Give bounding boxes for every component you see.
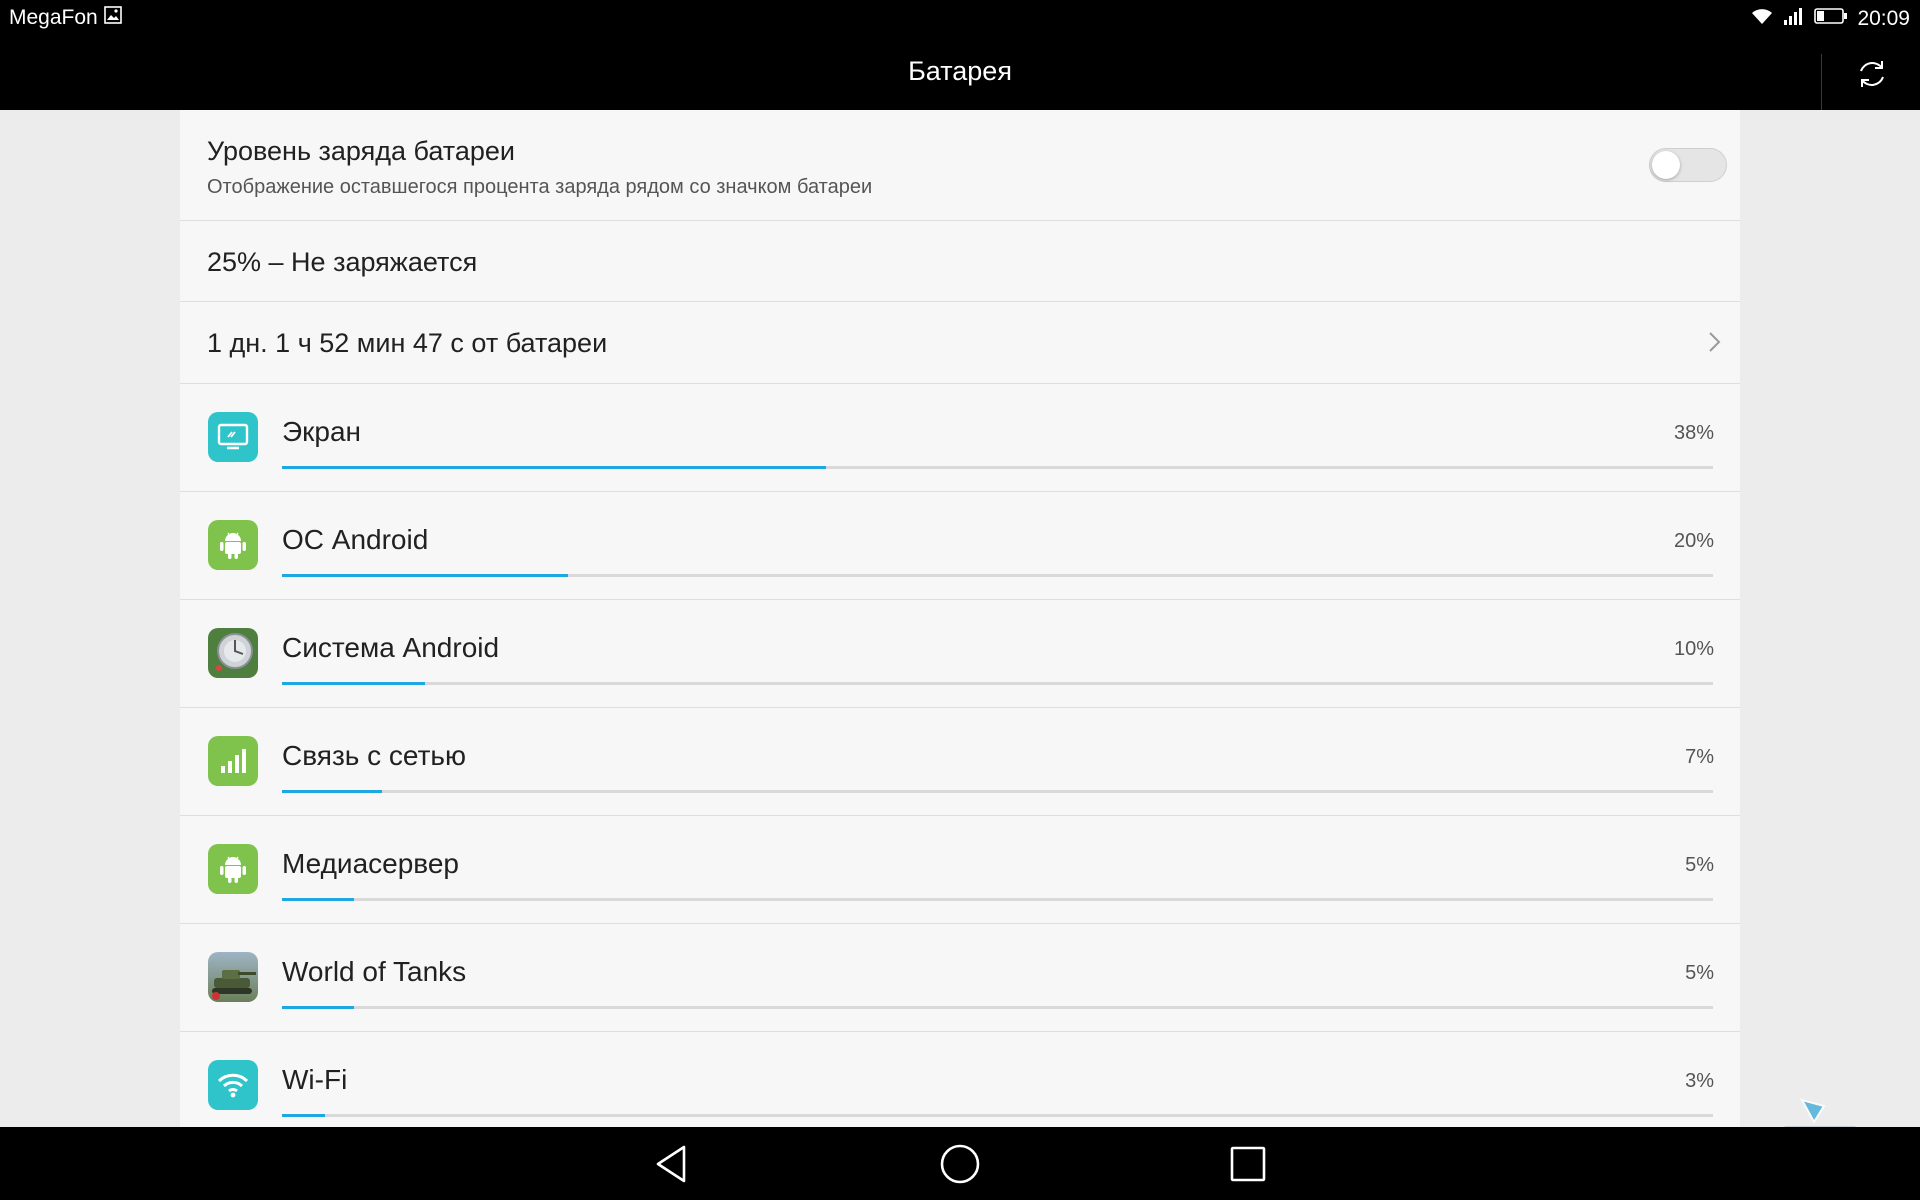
usage-item-name: ОС Android [282, 524, 429, 555]
back-button[interactable] [650, 1141, 696, 1187]
usage-item-name: Медиасервер [282, 848, 459, 879]
usage-bar-fill [282, 790, 383, 793]
wifi-icon [208, 1060, 258, 1110]
display-icon [208, 412, 258, 462]
battery-settings-panel: Уровень заряда батареи Отображение остав… [180, 110, 1740, 1127]
usage-bar-fill [282, 574, 569, 577]
usage-item-percent: 7% [1685, 746, 1714, 768]
usage-list: Экран 38% ОС Android 20% Система Android… [180, 384, 1740, 1127]
usage-bar-fill [282, 1006, 354, 1009]
usage-item[interactable]: Экран 38% [180, 384, 1740, 492]
usage-item-name: Связь с сетью [282, 740, 466, 771]
recents-square-icon [1225, 1146, 1271, 1191]
carrier: MegaFon [9, 6, 122, 30]
usage-item-percent: 5% [1685, 962, 1714, 984]
usage-item-percent: 3% [1685, 1070, 1714, 1092]
battery-percentage-setting[interactable]: Уровень заряда батареи Отображение остав… [180, 110, 1740, 221]
refresh-icon [1855, 57, 1889, 96]
usage-bar [282, 898, 1713, 901]
battery-percentage-toggle[interactable] [1649, 148, 1727, 182]
battery-status-icon [1814, 7, 1848, 31]
usage-item[interactable]: Система Android 10% [180, 600, 1740, 708]
charge-status: 25% – Не заряжается [207, 247, 478, 277]
usage-bar [282, 466, 1713, 469]
signal-bars-icon [208, 736, 258, 786]
usage-bar-fill [282, 1114, 325, 1117]
usage-item[interactable]: World of Tanks 5% [180, 924, 1740, 1032]
usage-item[interactable]: Медиасервер 5% [180, 816, 1740, 924]
status-bar: MegaFon 20:09 [0, 0, 1920, 38]
battery-time-row[interactable]: 1 дн. 1 ч 52 мин 47 с от батареи [180, 302, 1740, 384]
android-icon [208, 844, 258, 894]
usage-item-name: Система Android [282, 632, 500, 663]
wifi-status-icon [1750, 6, 1774, 32]
usage-item[interactable]: Связь с сетью 7% [180, 708, 1740, 816]
usage-bar [282, 790, 1713, 793]
action-divider [1821, 54, 1822, 110]
usage-item[interactable]: Wi-Fi 3% [180, 1032, 1740, 1127]
toggle-knob [1652, 151, 1680, 179]
usage-bar-fill [282, 466, 826, 469]
signal-status-icon [1783, 6, 1805, 32]
usage-item-name: Wi-Fi [282, 1064, 348, 1095]
page-title: Батарея [908, 56, 1012, 86]
tank-game-icon [208, 952, 258, 1002]
recents-button[interactable] [1225, 1141, 1271, 1187]
home-circle-icon [937, 1144, 983, 1191]
carrier-name: MegaFon [9, 6, 98, 29]
usage-item-percent: 38% [1673, 422, 1714, 444]
usage-bar [282, 1006, 1713, 1009]
usage-item-name: Экран [282, 416, 361, 447]
usage-item-percent: 5% [1685, 854, 1714, 876]
navigation-bar [0, 1127, 1920, 1200]
usage-item-percent: 20% [1673, 530, 1714, 552]
chevron-right-icon [1704, 330, 1724, 354]
android-icon [208, 520, 258, 570]
usage-item-name: World of Tanks [282, 956, 467, 987]
usage-bar-fill [282, 682, 426, 685]
usage-bar-fill [282, 898, 354, 901]
usage-item-percent: 10% [1673, 638, 1714, 660]
setting-subtitle: Отображение оставшегося процента заряда … [207, 176, 873, 198]
setting-title: Уровень заряда батареи [207, 136, 515, 166]
android-system-icon [208, 628, 258, 678]
status-icons: 20:09 [1750, 6, 1910, 32]
action-bar: Батарея [0, 38, 1920, 110]
on-battery-time: 1 дн. 1 ч 52 мин 47 с от батареи [207, 328, 608, 358]
back-triangle-icon [650, 1145, 696, 1191]
refresh-button[interactable] [1850, 54, 1894, 98]
usage-bar [282, 1114, 1713, 1117]
usage-item[interactable]: ОС Android 20% [180, 492, 1740, 600]
charge-status-row: 25% – Не заряжается [180, 221, 1740, 302]
usage-bar [282, 574, 1713, 577]
usage-bar [282, 682, 1713, 685]
clock: 20:09 [1857, 7, 1910, 30]
home-button[interactable] [937, 1141, 983, 1187]
gallery-notification-icon [103, 6, 122, 30]
